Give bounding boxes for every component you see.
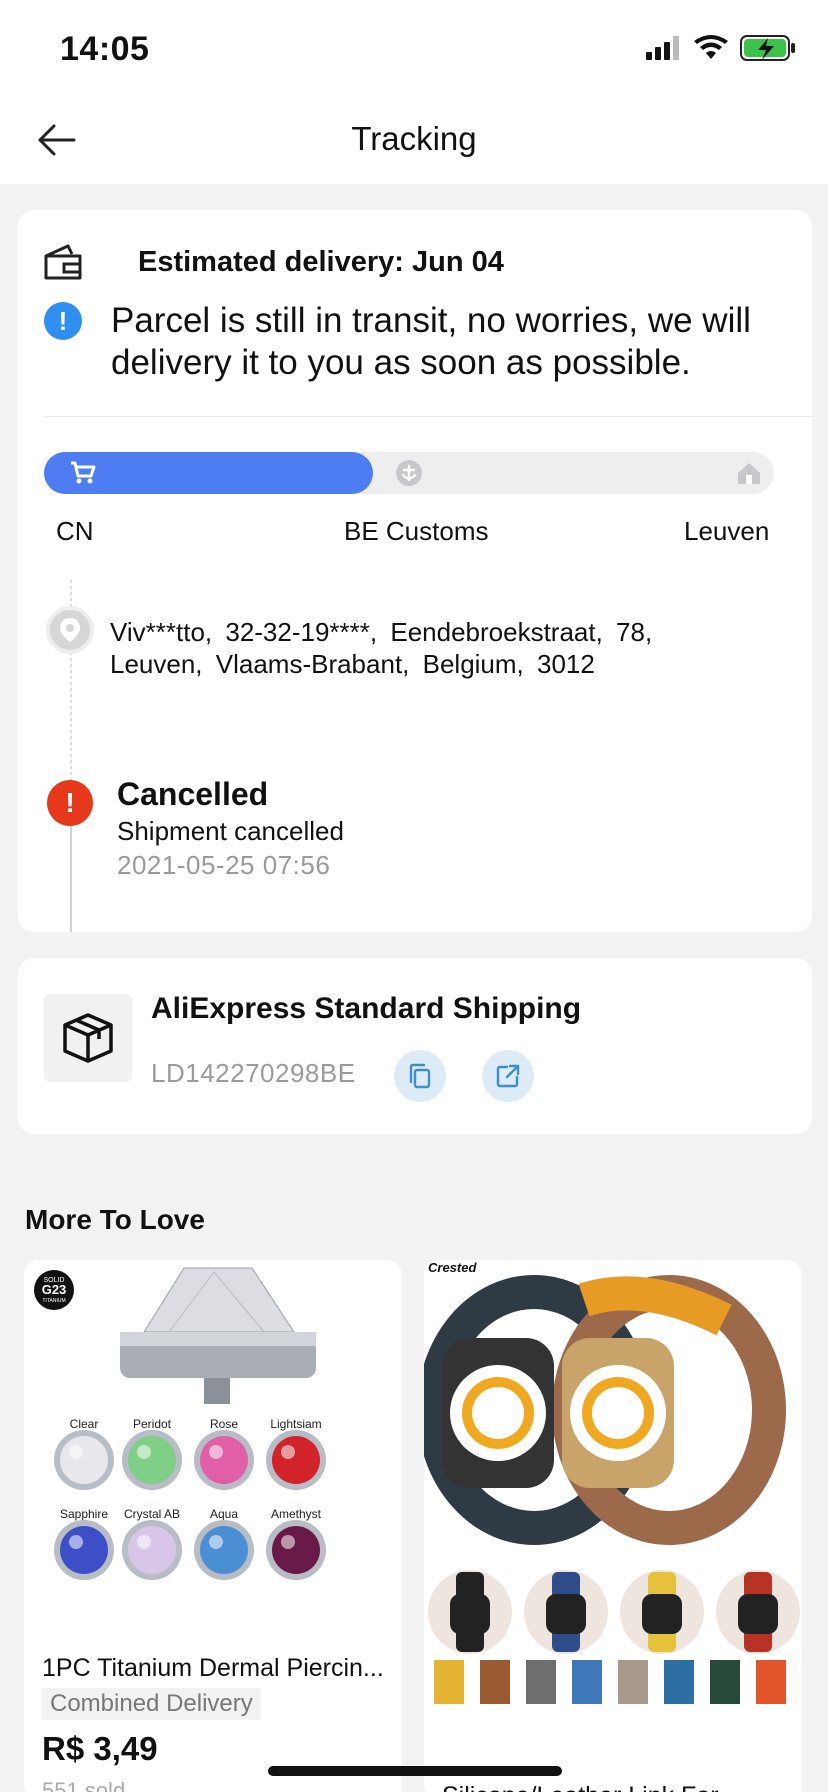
gem-stone bbox=[128, 1436, 176, 1484]
nav-bar: Tracking bbox=[0, 96, 828, 184]
badge-text: TITANIUM bbox=[42, 1298, 65, 1304]
delivery-address: Viv***tto, 32-32-19****, Eendebroekstraa… bbox=[110, 617, 653, 679]
gem-stone bbox=[272, 1436, 320, 1484]
color-swatch bbox=[618, 1660, 648, 1704]
wifi-icon bbox=[694, 35, 728, 59]
product-card[interactable]: SOLID G23 TITANIUM Clear Peridot Rose Light… bbox=[24, 1260, 402, 1792]
color-swatch bbox=[526, 1660, 556, 1704]
thumbnail-watch bbox=[546, 1594, 586, 1634]
home-indicator bbox=[268, 1766, 562, 1776]
shipping-progress-bar bbox=[44, 452, 774, 494]
gem-label: Rose bbox=[210, 1417, 238, 1431]
open-external-button[interactable] bbox=[482, 1050, 534, 1102]
status-time: 14:05 bbox=[60, 30, 150, 68]
location-pin-icon bbox=[46, 606, 94, 654]
copy-icon bbox=[409, 1063, 431, 1089]
alert-icon: ! bbox=[47, 780, 93, 826]
watch-dial bbox=[472, 1387, 524, 1439]
gem-label: Crystal AB bbox=[124, 1507, 180, 1521]
delivery-tag: Combined Delivery bbox=[42, 1688, 261, 1720]
shipping-method: AliExpress Standard Shipping bbox=[151, 992, 582, 1025]
brand-label: Crested bbox=[428, 1260, 477, 1275]
gem-highlight bbox=[281, 1445, 295, 1459]
gem-highlight bbox=[281, 1535, 295, 1549]
gem-highlight bbox=[137, 1445, 151, 1459]
gem-label: Sapphire bbox=[60, 1507, 108, 1521]
tracking-card: Estimated delivery: Jun 04 ! Parcel is s… bbox=[18, 210, 812, 932]
gem-stone bbox=[60, 1526, 108, 1574]
gem-highlight bbox=[209, 1445, 223, 1459]
status-bar: 14:05 bbox=[0, 0, 828, 96]
gem-label: Aqua bbox=[210, 1507, 238, 1521]
gem-stone bbox=[200, 1526, 248, 1574]
color-swatch bbox=[434, 1660, 464, 1704]
stage-origin: CN bbox=[56, 516, 94, 546]
gem-stone bbox=[128, 1526, 176, 1574]
transit-message: Parcel is still in transit, no worries, … bbox=[111, 301, 751, 382]
gem-highlight bbox=[209, 1535, 223, 1549]
stage-destination: Leuven bbox=[684, 516, 770, 546]
shopping-cart-icon bbox=[70, 460, 96, 486]
watch-dial bbox=[592, 1387, 644, 1439]
event-status: Cancelled bbox=[117, 776, 269, 812]
gem-label: Lightsiam bbox=[270, 1417, 321, 1431]
copy-button[interactable] bbox=[394, 1050, 446, 1102]
stage-customs: BE Customs bbox=[344, 516, 489, 546]
status-icons bbox=[646, 34, 796, 62]
product-card[interactable]: Crested Silicone/Leather Link For bbox=[424, 1260, 802, 1792]
customs-anchor-icon bbox=[396, 460, 422, 486]
battery-charging-icon bbox=[740, 35, 795, 61]
color-swatch bbox=[572, 1660, 602, 1704]
info-icon: ! bbox=[44, 302, 82, 340]
gem-highlight bbox=[69, 1535, 83, 1549]
divider bbox=[44, 416, 812, 417]
section-title: More To Love bbox=[25, 1204, 205, 1235]
thumbnail-watch bbox=[642, 1594, 682, 1634]
gem-stone bbox=[60, 1436, 108, 1484]
gem-label: Clear bbox=[70, 1417, 99, 1431]
event-description: Shipment cancelled bbox=[117, 816, 344, 846]
color-swatch bbox=[664, 1660, 694, 1704]
color-swatch bbox=[480, 1660, 510, 1704]
product-name: 1PC Titanium Dermal Piercin... bbox=[42, 1654, 384, 1682]
gem-stone bbox=[200, 1436, 248, 1484]
color-swatch bbox=[710, 1660, 740, 1704]
event-time: 2021-05-25 07:56 bbox=[117, 850, 331, 880]
gem-highlight bbox=[137, 1535, 151, 1549]
badge-text: G23 bbox=[42, 1282, 67, 1297]
delivery-box-icon bbox=[44, 244, 82, 280]
gem-stone bbox=[272, 1526, 320, 1574]
product-image-piercing: SOLID G23 TITANIUM Clear Peridot Rose Light… bbox=[34, 1267, 326, 1580]
tracking-number: LD142270298BE bbox=[151, 1058, 356, 1088]
gem-label: Peridot bbox=[133, 1417, 172, 1431]
product-price: R$ 3,49 bbox=[42, 1730, 158, 1767]
cellular-signal-icon bbox=[646, 36, 679, 60]
gem-label: Amethyst bbox=[271, 1507, 322, 1521]
home-icon bbox=[736, 460, 762, 486]
external-link-icon bbox=[496, 1064, 520, 1088]
thumbnail-watch bbox=[450, 1594, 490, 1634]
sold-count: 551 sold bbox=[42, 1778, 126, 1792]
color-swatch bbox=[756, 1660, 786, 1704]
shipping-card: AliExpress Standard Shipping LD142270298… bbox=[18, 958, 812, 1134]
product-name: Silicone/Leather Link For bbox=[442, 1782, 719, 1792]
thumbnail-watch bbox=[738, 1594, 778, 1634]
package-icon bbox=[44, 994, 132, 1082]
gem-highlight bbox=[69, 1445, 83, 1459]
estimated-delivery: Estimated delivery: Jun 04 bbox=[138, 246, 504, 278]
product-image-watch-bands: Crested bbox=[424, 1260, 800, 1704]
timeline-line bbox=[70, 826, 72, 932]
page-title: Tracking bbox=[351, 120, 477, 157]
